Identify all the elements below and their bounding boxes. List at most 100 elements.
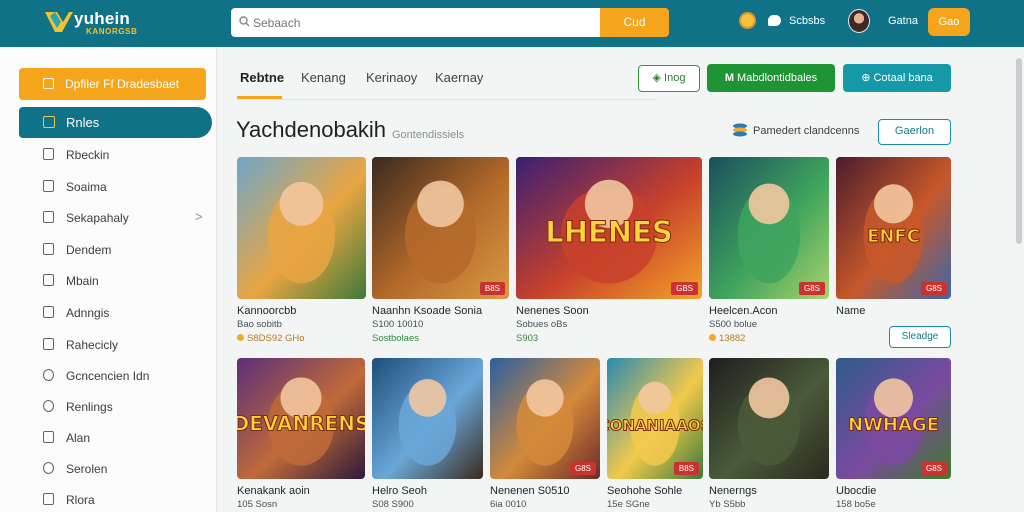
sort-label[interactable]: Pamedert clandcenns [753, 125, 859, 137]
game-thumbnail[interactable]: DEVANRENS [237, 358, 365, 479]
game-title[interactable]: Heelcen.Acon [709, 305, 778, 317]
search-button[interactable]: Cud [600, 8, 669, 37]
game-thumbnail[interactable] [372, 358, 483, 479]
sidebar-item-label: Sekapahaly [66, 211, 129, 225]
lock-icon [43, 211, 54, 223]
game-thumbnail[interactable] [709, 157, 829, 299]
game-meta: S08 S900 [372, 499, 414, 510]
game-card[interactable] [237, 157, 366, 299]
game-meta: 158 bo5e [836, 499, 876, 510]
teal-action-button[interactable]: ⊕ Cotaal bana [843, 64, 951, 92]
sidebar-item-active[interactable]: Rnles [19, 107, 212, 138]
sidebar-item[interactable]: Renlings [19, 394, 209, 420]
sidebar-item[interactable]: Serolen [19, 456, 209, 482]
chevron-right-icon[interactable]: > [195, 209, 203, 224]
chat-icon[interactable] [768, 15, 781, 26]
game-thumbnail[interactable] [490, 358, 600, 479]
sidebar-item-label: Dendem [66, 243, 112, 257]
status-text[interactable]: Scbsbs [789, 15, 825, 27]
user-name[interactable]: Gatna [888, 15, 918, 27]
sidebar-item[interactable]: Mbain [19, 268, 209, 294]
avatar[interactable] [848, 9, 870, 33]
game-card[interactable] [709, 358, 829, 479]
info-icon [43, 400, 54, 412]
sidebar-item-label: Rbeckin [66, 148, 110, 162]
price-badge: G8S [920, 282, 947, 295]
sidebar-item[interactable]: Sekapahaly > [19, 205, 209, 231]
card-action-button[interactable]: Sleadge [889, 326, 951, 348]
sidebar-item[interactable]: Rlora [19, 487, 209, 512]
brand-name[interactable]: yuhein [74, 9, 130, 29]
sidebar-item[interactable]: Adnngis [19, 300, 209, 326]
game-title[interactable]: Ubocdie [836, 485, 876, 497]
game-thumbnail[interactable]: ENFC [836, 157, 951, 299]
sidebar-cta-button[interactable]: Dpfiler Ff Dradesbaet [19, 68, 206, 100]
game-rating-text: Sostbolaes [372, 333, 420, 344]
game-card[interactable] [372, 358, 483, 479]
game-card[interactable]: DEVANRENS [237, 358, 365, 479]
game-card[interactable]: G8S [709, 157, 829, 299]
coin-icon[interactable] [739, 12, 756, 29]
game-thumbnail[interactable]: NWHAGE [836, 358, 951, 479]
game-thumbnail[interactable]: LHENES [516, 157, 702, 299]
search-input[interactable] [253, 13, 583, 32]
game-thumbnail[interactable] [372, 157, 509, 299]
filter-button[interactable]: Gaerlon [878, 119, 951, 145]
active-tab-indicator [237, 96, 282, 99]
grid-icon [43, 116, 55, 128]
login-button[interactable]: Gao [928, 8, 970, 36]
outline-action-button[interactable]: ◈ Inog [638, 65, 700, 92]
tab-0[interactable]: Rebtne [240, 70, 284, 85]
tag-icon [43, 243, 54, 255]
game-meta: 6ia 0010 [490, 499, 527, 510]
game-title[interactable]: Seohohe Sohle [607, 485, 682, 497]
game-title[interactable]: Name [836, 305, 865, 317]
game-rating: S8DS92 GHo [237, 333, 305, 344]
game-meta: S100 10010 [372, 319, 424, 330]
game-title[interactable]: Kannoorcbb [237, 305, 296, 317]
game-rating-text: S903 [516, 333, 539, 344]
brand-logo-icon[interactable] [42, 8, 76, 36]
game-art-title: DEVANRENS [237, 412, 365, 436]
game-title[interactable]: Nenenen S0510 [490, 485, 570, 497]
game-meta: S500 bolue [709, 319, 758, 330]
game-rating-text: 13882 [719, 333, 746, 344]
game-art-title: NWHAGE [848, 415, 939, 436]
sidebar-item[interactable]: Gcncencien Idn [19, 363, 209, 389]
game-rating: Sostbolaes [372, 333, 419, 344]
price-badge: GBS [671, 282, 698, 295]
sort-icon[interactable] [732, 122, 748, 138]
game-card[interactable]: ENFC G8S [836, 157, 951, 299]
game-title[interactable]: Nenerngs [709, 485, 757, 497]
sidebar-item[interactable]: Rahecicly [19, 332, 209, 358]
game-rating: S903 [516, 333, 538, 344]
game-card[interactable]: G8S [490, 358, 600, 479]
game-title[interactable]: Kenakank aoin [237, 485, 310, 497]
game-thumbnail[interactable] [709, 358, 829, 479]
doc-icon [43, 148, 54, 160]
game-rating-text: S8DS92 GHo [247, 333, 305, 344]
tab-1[interactable]: Kenang [301, 70, 346, 85]
game-rating: 13882 [709, 333, 745, 344]
scrollbar[interactable] [1016, 58, 1022, 244]
game-card[interactable]: CONANIAAOS B8S [607, 358, 703, 479]
wallet-icon [43, 78, 54, 89]
game-thumbnail[interactable]: CONANIAAOS [607, 358, 703, 479]
game-card[interactable]: LHENES GBS [516, 157, 702, 299]
refresh-icon [43, 369, 54, 381]
sidebar-item[interactable]: Dendem [19, 237, 209, 263]
tab-3[interactable]: Kaernay [435, 70, 483, 85]
game-card[interactable]: NWHAGE G8S [836, 358, 951, 479]
sidebar-item[interactable]: Soaima [19, 174, 209, 200]
clipboard-icon [43, 338, 54, 350]
sidebar-item-label: Serolen [66, 462, 108, 476]
sidebar-item[interactable]: Rbeckin [19, 142, 209, 168]
tab-2[interactable]: Kerinaoy [366, 70, 417, 85]
game-title[interactable]: Naanhn Ksoade Sonia [372, 305, 482, 317]
sidebar-item[interactable]: Alan [19, 425, 209, 451]
game-title[interactable]: Nenenes Soon [516, 305, 589, 317]
game-title[interactable]: Helro Seoh [372, 485, 427, 497]
green-action-button[interactable]: M Mabdlontidbales [707, 64, 835, 92]
game-card[interactable]: B8S [372, 157, 509, 299]
game-thumbnail[interactable] [237, 157, 366, 299]
